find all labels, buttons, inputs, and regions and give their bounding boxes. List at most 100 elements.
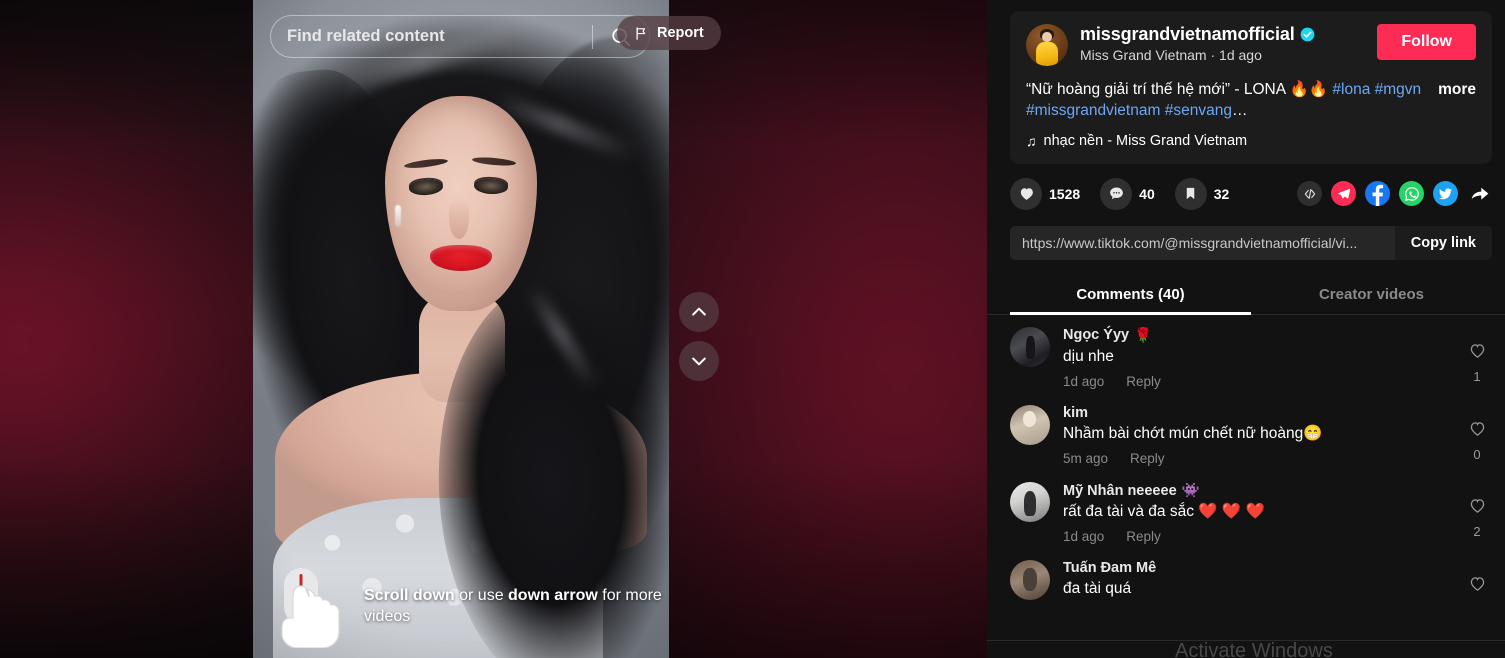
- comment-item: kim Nhầm bài chớt mún chết nữ hoàng😁 5m …: [1010, 404, 1492, 466]
- twitter-bird-icon: [1438, 188, 1453, 200]
- commenter-name-row: Mỹ Nhân neeeee 👾: [1063, 482, 1462, 500]
- comment-stat[interactable]: 40: [1100, 177, 1155, 210]
- author-avatar[interactable]: [1026, 24, 1068, 66]
- heart-outline-icon: [1470, 343, 1484, 358]
- chevron-up-icon: [692, 307, 706, 316]
- comment-like-group[interactable]: 0: [1462, 405, 1492, 466]
- comment-button[interactable]: [1100, 177, 1133, 210]
- comment-bubble-icon: [1109, 187, 1123, 200]
- tiktok-video-page: Scroll down or use down arrow for more v…: [0, 0, 1505, 658]
- hint-bold-2: down arrow: [508, 586, 598, 604]
- commenter-name-row: Tuấn Đam Mê: [1063, 560, 1462, 576]
- video-nav-arrows: [679, 292, 719, 381]
- twitter-icon[interactable]: [1433, 181, 1458, 207]
- heart-outline-icon: [1470, 577, 1484, 592]
- hashtag-senvang[interactable]: #senvang: [1165, 102, 1232, 119]
- comment-like-group[interactable]: 2: [1462, 482, 1492, 544]
- comment-item: Tuấn Đam Mê đa tài quá: [1010, 560, 1492, 601]
- report-button[interactable]: Report: [617, 16, 721, 50]
- comment-meta: 1d ago Reply: [1063, 529, 1462, 544]
- sidebar-tabs: Comments (40) Creator videos: [987, 276, 1505, 315]
- comment-body: Tuấn Đam Mê đa tài quá: [1063, 560, 1462, 600]
- hashtag-mgvn[interactable]: #mgvn: [1375, 81, 1422, 98]
- video-stage: Scroll down or use down arrow for more v…: [0, 0, 987, 658]
- comment-time: 1d ago: [1063, 529, 1105, 545]
- bookmark-stat[interactable]: 32: [1174, 177, 1230, 210]
- commenter-name[interactable]: Mỹ Nhân neeeee: [1063, 483, 1177, 499]
- code-brackets-icon: [1304, 188, 1315, 199]
- comment-reply-button[interactable]: Reply: [1126, 374, 1161, 389]
- comment-like-group[interactable]: [1462, 560, 1492, 600]
- heart-icon: [1020, 188, 1033, 201]
- share-arrow-icon[interactable]: [1467, 181, 1492, 206]
- comment-time: 1d ago: [1063, 373, 1105, 389]
- related-content-search[interactable]: [270, 15, 650, 58]
- follow-button[interactable]: Follow: [1377, 24, 1476, 60]
- commenter-name-row: Ngọc Ýyy 🌹: [1063, 327, 1462, 344]
- video-frame-artwork: [253, 0, 669, 658]
- whatsapp-phone-icon: [1404, 186, 1419, 201]
- comment-text: dịu nhe: [1063, 347, 1114, 365]
- tab-comments[interactable]: Comments (40): [1010, 276, 1251, 315]
- embed-icon[interactable]: [1297, 181, 1322, 207]
- caption-more-button[interactable]: more: [1438, 79, 1476, 100]
- video-url-input[interactable]: [1010, 234, 1395, 251]
- previous-video-button[interactable]: [679, 292, 719, 332]
- author-handle[interactable]: missgrandvietnamofficial: [1080, 24, 1295, 45]
- share-icon-row: [1297, 181, 1492, 207]
- comment-item: Mỹ Nhân neeeee 👾 rất đa tài và đa sắc ❤️…: [1010, 482, 1492, 544]
- comment-list[interactable]: Ngọc Ýyy 🌹 dịu nhe 1d ago Reply 1 kim Nh…: [987, 315, 1505, 658]
- commenter-avatar[interactable]: [1010, 560, 1050, 601]
- send-icon[interactable]: [1331, 181, 1356, 207]
- comment-reply-button[interactable]: Reply: [1126, 529, 1161, 544]
- comment-reply-button[interactable]: Reply: [1130, 451, 1165, 466]
- music-row[interactable]: ♫ nhạc nền - Miss Grand Vietnam: [1026, 133, 1476, 149]
- hashtag-lona[interactable]: #lona: [1332, 81, 1370, 98]
- heart-outline-icon: [1470, 422, 1484, 436]
- whatsapp-icon[interactable]: [1399, 181, 1424, 207]
- pointing-hand-icon: [278, 564, 352, 649]
- author-meta: missgrandvietnamofficial Miss Grand Viet…: [1080, 24, 1377, 63]
- caption-text: “Nữ hoàng giải trí thế hệ mới” - LONA 🔥🔥: [1026, 81, 1333, 98]
- video-player[interactable]: Scroll down or use down arrow for more v…: [253, 0, 669, 658]
- copy-link-row: Copy link: [1010, 225, 1492, 260]
- author-row: missgrandvietnamofficial Miss Grand Viet…: [1026, 24, 1476, 66]
- post-info-card: missgrandvietnamofficial Miss Grand Viet…: [1010, 11, 1492, 164]
- commenter-avatar[interactable]: [1010, 326, 1050, 367]
- like-button[interactable]: [1010, 177, 1042, 210]
- bookmark-icon: [1186, 188, 1195, 200]
- commenter-avatar[interactable]: [1010, 482, 1050, 523]
- comment-like-count: 2: [1473, 524, 1481, 540]
- facebook-f-glyph: [1372, 185, 1384, 207]
- comment-like-group[interactable]: 1: [1462, 327, 1492, 389]
- comment-item: Ngọc Ýyy 🌹 dịu nhe 1d ago Reply 1: [1010, 326, 1492, 389]
- hashtag-missgrandvietnam[interactable]: #missgrandvietnam: [1026, 102, 1160, 119]
- video-detail-sidebar: missgrandvietnamofficial Miss Grand Viet…: [987, 0, 1505, 658]
- comment-body: Mỹ Nhân neeeee 👾 rất đa tài và đa sắc ❤️…: [1063, 482, 1462, 545]
- engagement-action-bar: 1528 40 32: [1010, 177, 1492, 210]
- facebook-icon[interactable]: [1365, 181, 1390, 207]
- commenter-name[interactable]: kim: [1063, 405, 1088, 421]
- scroll-hint: Scroll down or use down arrow for more v…: [278, 564, 669, 649]
- commenter-name[interactable]: Tuấn Đam Mê: [1063, 560, 1156, 576]
- comment-count: 40: [1139, 185, 1155, 202]
- forward-arrow-icon: [1471, 187, 1488, 200]
- like-stat[interactable]: 1528: [1010, 177, 1081, 210]
- author-subtitle: Miss Grand Vietnam · 1d ago: [1080, 47, 1377, 63]
- meta-separator: ·: [1210, 47, 1216, 63]
- bookmark-count: 32: [1213, 185, 1230, 202]
- verified-badge-icon: [1300, 27, 1315, 42]
- search-input[interactable]: [271, 16, 592, 57]
- copy-link-button[interactable]: Copy link: [1394, 225, 1492, 260]
- hint-bold-1: Scroll down: [364, 586, 455, 604]
- report-label: Report: [657, 25, 704, 41]
- commenter-avatar[interactable]: [1010, 404, 1050, 445]
- commenter-name[interactable]: Ngọc Ýyy: [1063, 327, 1129, 343]
- comment-text: Nhầm bài chớt mún chết nữ hoàng😁: [1063, 424, 1323, 442]
- bookmark-button[interactable]: [1174, 177, 1207, 210]
- comment-text: rất đa tài và đa sắc ❤️ ❤️ ❤️: [1063, 503, 1265, 521]
- post-time-ago: 1d ago: [1219, 47, 1262, 63]
- like-count: 1528: [1049, 185, 1081, 202]
- next-video-button[interactable]: [679, 341, 719, 381]
- tab-creator-videos[interactable]: Creator videos: [1251, 276, 1492, 314]
